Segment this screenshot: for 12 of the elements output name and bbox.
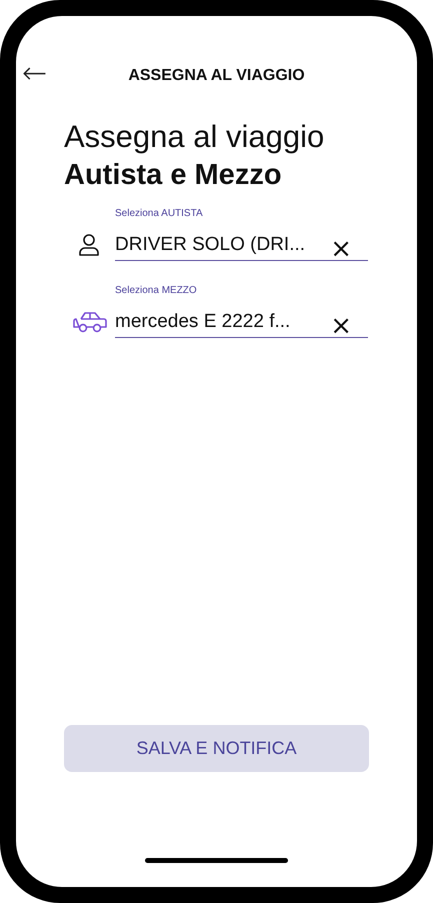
select-field[interactable]: mercedes E 2222 f... × (115, 306, 368, 338)
page-subheading: Autista e Mezzo (64, 158, 283, 193)
back-button[interactable]: ← (22, 58, 48, 90)
page-heading: Assegna al viaggio (64, 118, 326, 156)
field-label: Seleziona AUTISTA (115, 208, 204, 219)
screen-title: ASSEGNA AL VIAGGIO (128, 67, 305, 85)
person-icon (78, 233, 100, 257)
clear-button[interactable]: × (330, 314, 352, 336)
car-icon (73, 310, 107, 334)
field-label: Seleziona MEZZO (115, 285, 198, 296)
clear-button[interactable]: × (330, 238, 352, 260)
select-field[interactable]: DRIVER SOLO (DRI... × (115, 229, 368, 261)
